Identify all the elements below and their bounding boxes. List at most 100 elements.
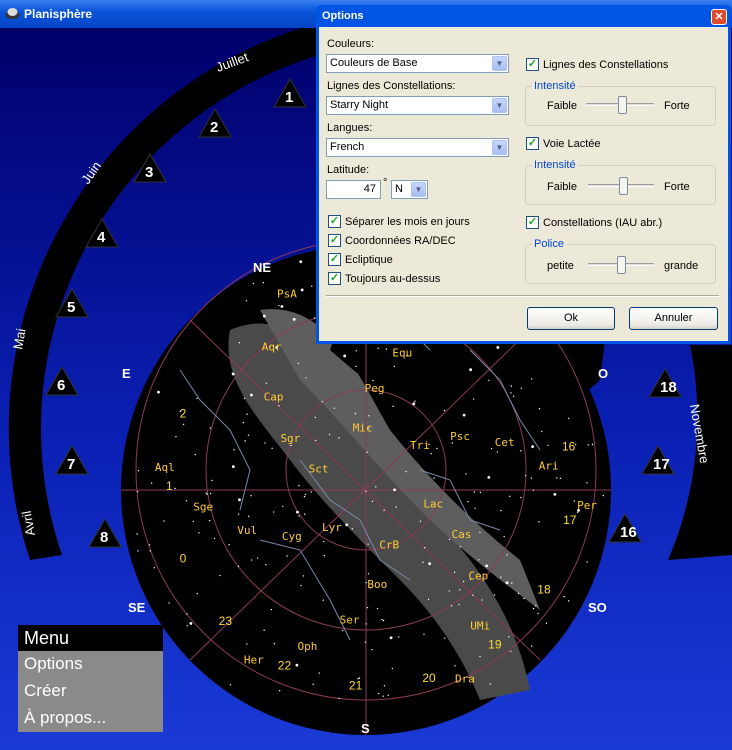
star <box>186 625 189 627</box>
star <box>553 492 557 496</box>
menu-item-creer[interactable]: Créer <box>18 678 163 705</box>
font-size-slider[interactable] <box>588 256 654 274</box>
star <box>168 602 170 604</box>
lang-value: French <box>330 141 365 153</box>
direction-s: S <box>361 721 370 736</box>
hemisphere-select[interactable]: N ▼ <box>391 180 428 199</box>
star <box>532 607 535 610</box>
check-ecliptic[interactable]: ✓ Ecliptique <box>328 253 393 266</box>
star <box>136 533 138 535</box>
intensity-slider-1[interactable] <box>586 96 654 114</box>
app-icon <box>5 8 20 19</box>
constellation-label: Sct <box>309 462 329 475</box>
star <box>488 379 490 382</box>
lines-select[interactable]: Starry Night ▼ <box>326 96 509 115</box>
star <box>427 598 430 601</box>
degree-symbol: ° <box>383 177 388 189</box>
star <box>252 282 255 285</box>
svg-text:3: 3 <box>145 164 153 181</box>
checkmark-icon: ✓ <box>526 58 539 71</box>
check-constellation-names[interactable]: ✓ Constellations (IAU abr.) <box>526 216 662 229</box>
star <box>423 546 426 549</box>
dialog-title: Options <box>322 10 364 22</box>
hour-marker: 7 <box>55 444 89 475</box>
menu-item-apropos[interactable]: À propos... <box>18 705 163 732</box>
menu-header[interactable]: Menu <box>18 625 163 651</box>
star <box>247 515 250 518</box>
checkmark-icon: ✓ <box>328 253 341 266</box>
slider-thumb[interactable] <box>619 177 628 195</box>
ra-label: 23 <box>219 614 233 628</box>
star <box>354 412 357 415</box>
star <box>174 487 176 490</box>
star <box>366 606 369 609</box>
star <box>233 449 235 451</box>
star <box>586 482 588 484</box>
font-group-title: Police <box>532 238 566 250</box>
star <box>436 447 438 450</box>
star <box>247 434 250 436</box>
star <box>198 532 200 534</box>
constellation-label: Aqr <box>262 341 282 354</box>
constellation-label: Lyr <box>322 521 342 534</box>
check-split-months[interactable]: ✓ Séparer les mois en jours <box>328 215 470 228</box>
check-always-on-top-label: Toujours au-dessus <box>345 272 441 285</box>
star <box>602 494 605 497</box>
check-radec-label: Coordonnées RA/DEC <box>345 234 456 247</box>
colors-select[interactable]: Couleurs de Base ▼ <box>326 54 509 73</box>
svg-text:1: 1 <box>285 89 293 106</box>
star <box>500 509 502 512</box>
direction-e: E <box>122 366 131 381</box>
lang-select[interactable]: French ▼ <box>326 138 509 157</box>
latitude-input[interactable]: 47 <box>326 180 381 199</box>
star <box>365 623 367 625</box>
intensity-slider-2[interactable] <box>588 177 654 195</box>
star <box>382 619 385 622</box>
star <box>250 393 253 397</box>
star <box>510 650 512 653</box>
star <box>298 484 300 487</box>
menu-item-options[interactable]: Options <box>18 651 163 678</box>
star <box>537 612 539 615</box>
check-constellation-lines-label: Lignes des Constellations <box>543 58 669 71</box>
ra-label: 18 <box>537 582 551 596</box>
forte-label-2: Forte <box>664 181 690 193</box>
star <box>366 451 368 453</box>
hour-marker: 16 <box>608 512 642 543</box>
star <box>508 636 510 638</box>
star <box>538 408 541 410</box>
star <box>419 520 422 522</box>
star <box>444 637 446 639</box>
petite-label: petite <box>547 260 574 272</box>
star <box>567 600 570 602</box>
star <box>414 400 416 402</box>
constellation-label: Per <box>577 499 597 512</box>
star <box>245 300 248 302</box>
star <box>297 362 300 365</box>
star <box>487 475 491 479</box>
star <box>397 636 400 638</box>
check-radec[interactable]: ✓ Coordonnées RA/DEC <box>328 234 456 247</box>
star <box>355 365 357 368</box>
cancel-button[interactable]: Annuler <box>629 307 718 330</box>
check-constellation-lines[interactable]: ✓ Lignes des Constellations <box>526 58 668 71</box>
slider-thumb[interactable] <box>617 256 626 274</box>
star <box>303 513 306 515</box>
star <box>194 453 196 456</box>
check-split-months-label: Séparer les mois en jours <box>345 215 470 228</box>
svg-text:2: 2 <box>210 119 218 136</box>
star <box>473 491 475 493</box>
slider-thumb[interactable] <box>618 96 627 114</box>
star <box>315 439 317 442</box>
ok-button[interactable]: Ok <box>527 307 615 330</box>
close-icon[interactable]: ✕ <box>711 9 727 25</box>
star <box>395 506 397 508</box>
check-always-on-top[interactable]: ✓ Toujours au-dessus <box>328 272 440 285</box>
intensity-group-1-title: Intensité <box>532 80 578 92</box>
check-milky-way[interactable]: ✓ Voie Lactée <box>526 137 601 150</box>
star <box>318 672 320 674</box>
star <box>382 695 384 697</box>
star <box>472 398 475 400</box>
constellation-label: Ari <box>539 459 559 472</box>
star <box>547 444 549 447</box>
